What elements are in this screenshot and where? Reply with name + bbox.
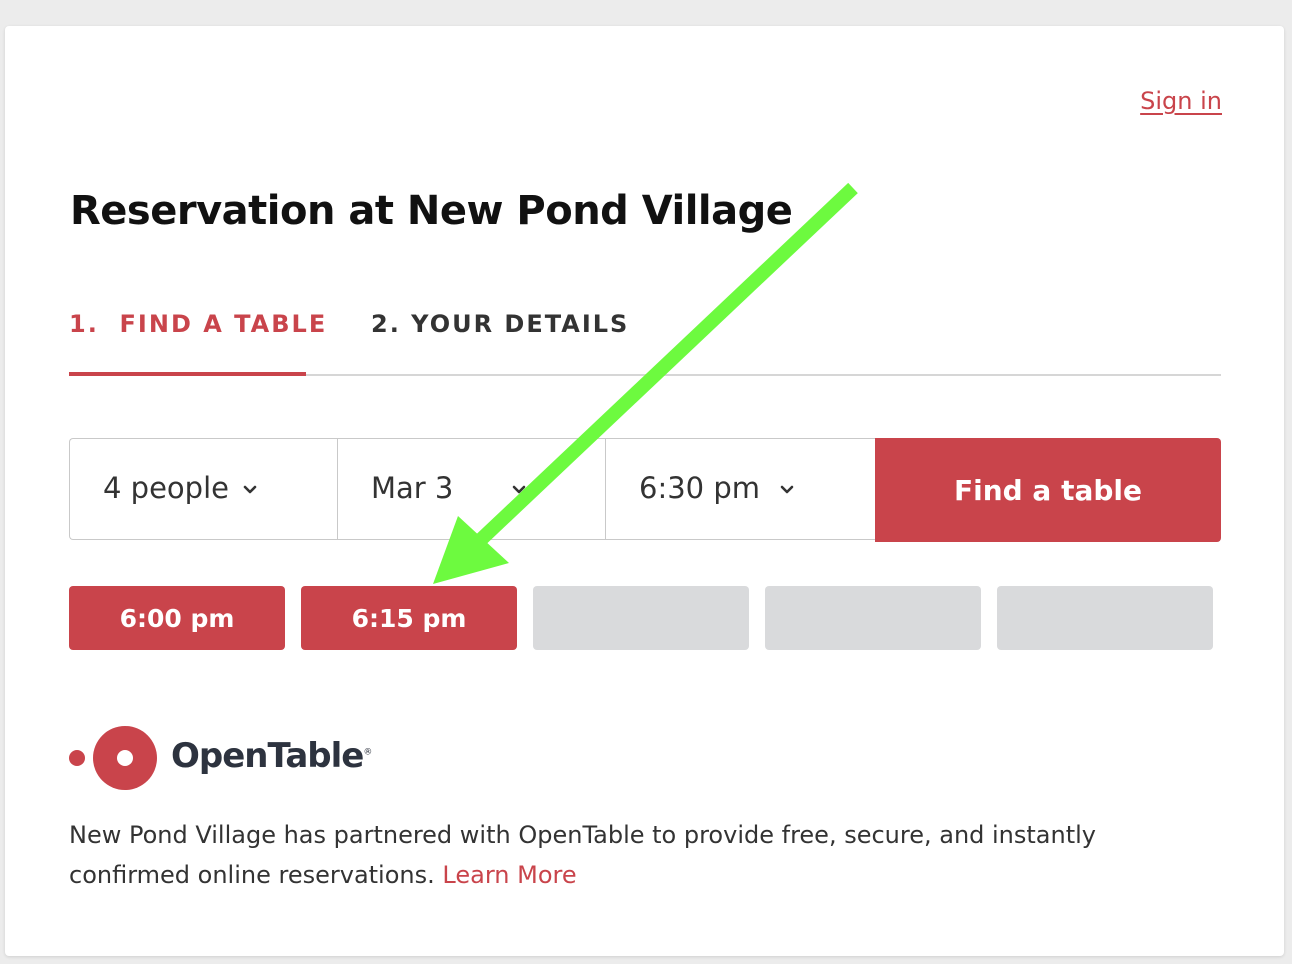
time-value: 6:30 pm (639, 471, 760, 505)
registered-mark: ® (363, 747, 373, 758)
chevron-down-icon (780, 485, 794, 495)
party-size-select[interactable]: 4 people (70, 439, 338, 539)
chevron-down-icon (243, 485, 257, 495)
party-size-value: 4 people (103, 471, 229, 505)
time-select[interactable]: 6:30 pm (606, 439, 874, 539)
logo-ring-icon (93, 726, 157, 790)
chevron-down-icon (512, 485, 526, 495)
find-a-table-button[interactable]: Find a table (875, 438, 1221, 542)
time-slot-placeholder (765, 586, 981, 650)
tab-your-details[interactable]: 2. YOUR DETAILS (371, 304, 629, 374)
partner-description: New Pond Village has partnered with Open… (69, 815, 1149, 895)
time-slot-placeholder (533, 586, 749, 650)
tab-label: 1. FIND A TABLE (69, 310, 328, 338)
tab-label: 2. YOUR DETAILS (371, 310, 630, 338)
step-tabs: 1. FIND A TABLE 2. YOUR DETAILS (69, 304, 1221, 376)
logo-dot-icon (69, 750, 85, 766)
date-select[interactable]: Mar 3 (338, 439, 606, 539)
search-selectors: 4 people Mar 3 6:30 pm (69, 438, 875, 540)
opentable-logo: OpenTable® (69, 724, 372, 790)
time-slot-placeholder (997, 586, 1213, 650)
learn-more-link[interactable]: Learn More (442, 861, 576, 889)
tab-find-a-table[interactable]: 1. FIND A TABLE (69, 304, 328, 376)
description-text: New Pond Village has partnered with Open… (69, 821, 1097, 889)
logo-wordmark: OpenTable® (171, 736, 372, 776)
brand-name: OpenTable (171, 736, 364, 776)
date-value: Mar 3 (371, 471, 454, 505)
time-slot-button[interactable]: 6:15 pm (301, 586, 517, 650)
page-title: Reservation at New Pond Village (70, 188, 793, 234)
time-slot-button[interactable]: 6:00 pm (69, 586, 285, 650)
sign-in-link[interactable]: Sign in (1136, 87, 1222, 115)
